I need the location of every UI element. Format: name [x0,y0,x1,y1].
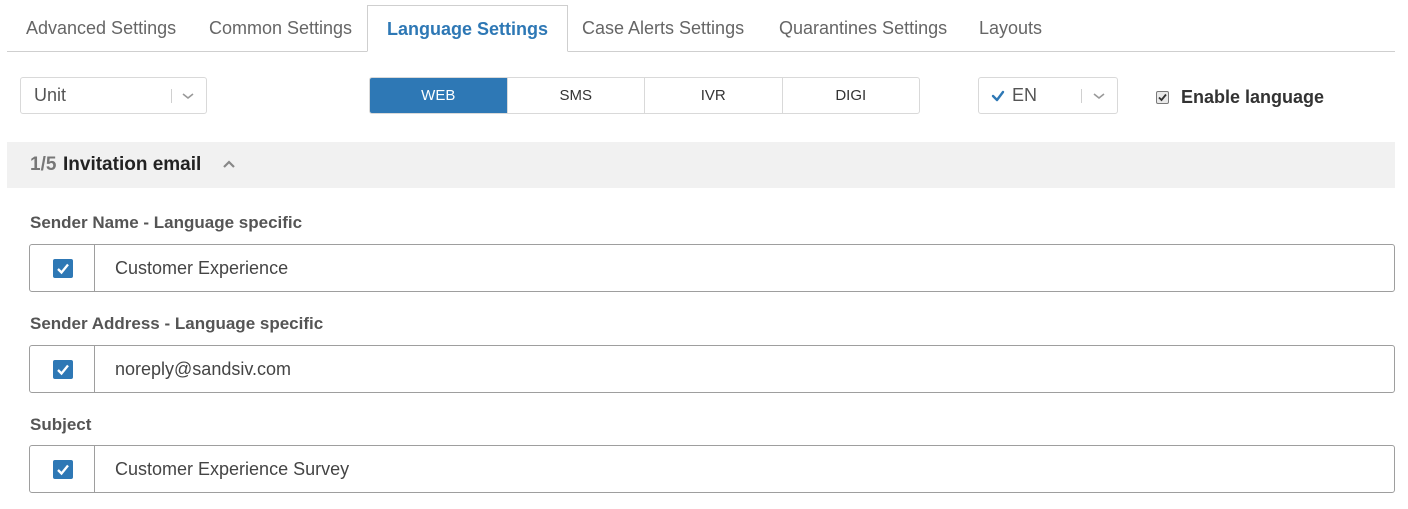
subject-checkbox[interactable] [53,460,73,479]
chevron-up-icon[interactable] [222,159,236,169]
sender-address-field: noreply@sandsiv.com [29,345,1395,393]
chevron-down-icon[interactable] [1093,90,1105,102]
tab-advanced-settings[interactable]: Advanced Settings [26,5,176,52]
sender-address-checkbox[interactable] [53,360,73,379]
section-title: Invitation email [63,154,202,175]
sender-name-label: Sender Name - Language specific [30,213,303,232]
checkbox-cell [30,446,95,492]
tab-common-settings[interactable]: Common Settings [209,5,352,52]
sender-name-input[interactable]: Customer Experience [115,245,288,291]
check-icon [57,364,69,376]
subject-input[interactable]: Customer Experience Survey [115,446,349,492]
section-header[interactable]: 1/5 Invitation email [7,142,1395,188]
tab-quarantines-settings[interactable]: Quarantines Settings [779,5,947,52]
select-separator [1081,89,1082,103]
enable-language-checkbox[interactable] [1156,90,1169,104]
tab-language-settings[interactable]: Language Settings [367,5,569,52]
tab-layouts[interactable]: Layouts [979,5,1042,52]
section-count: 1/5 [30,154,57,175]
subject-label: Subject [30,415,92,434]
channel-web-button[interactable]: WEB [370,78,507,113]
subject-field: Customer Experience Survey [29,445,1395,493]
unit-select-value: Unit [34,85,67,105]
sender-name-field: Customer Experience [29,244,1395,292]
sender-name-checkbox[interactable] [53,259,73,278]
select-separator [171,89,172,103]
channel-ivr-button[interactable]: IVR [644,78,782,113]
enable-language-toggle[interactable]: Enable language [1156,85,1324,109]
language-select[interactable]: EN [978,77,1118,114]
check-icon [991,90,1005,102]
channel-switcher: WEB SMS IVR DIGI [369,77,920,114]
channel-sms-button[interactable]: SMS [506,78,645,113]
checkbox-cell [30,245,95,291]
enable-language-label: Enable language [1181,86,1325,107]
check-icon [57,464,69,476]
channel-digi-button[interactable]: DIGI [781,78,920,113]
unit-select[interactable]: Unit [20,77,207,114]
check-icon [1158,93,1167,101]
checkbox-cell [30,346,95,392]
sender-address-input[interactable]: noreply@sandsiv.com [115,346,291,392]
settings-tabs: Advanced Settings Common Settings Langua… [7,5,1395,52]
tab-case-alerts-settings[interactable]: Case Alerts Settings [582,5,744,52]
chevron-down-icon[interactable] [182,90,194,102]
language-select-value: EN [1012,85,1038,105]
sender-address-label: Sender Address - Language specific [30,314,324,333]
check-icon [57,263,69,275]
